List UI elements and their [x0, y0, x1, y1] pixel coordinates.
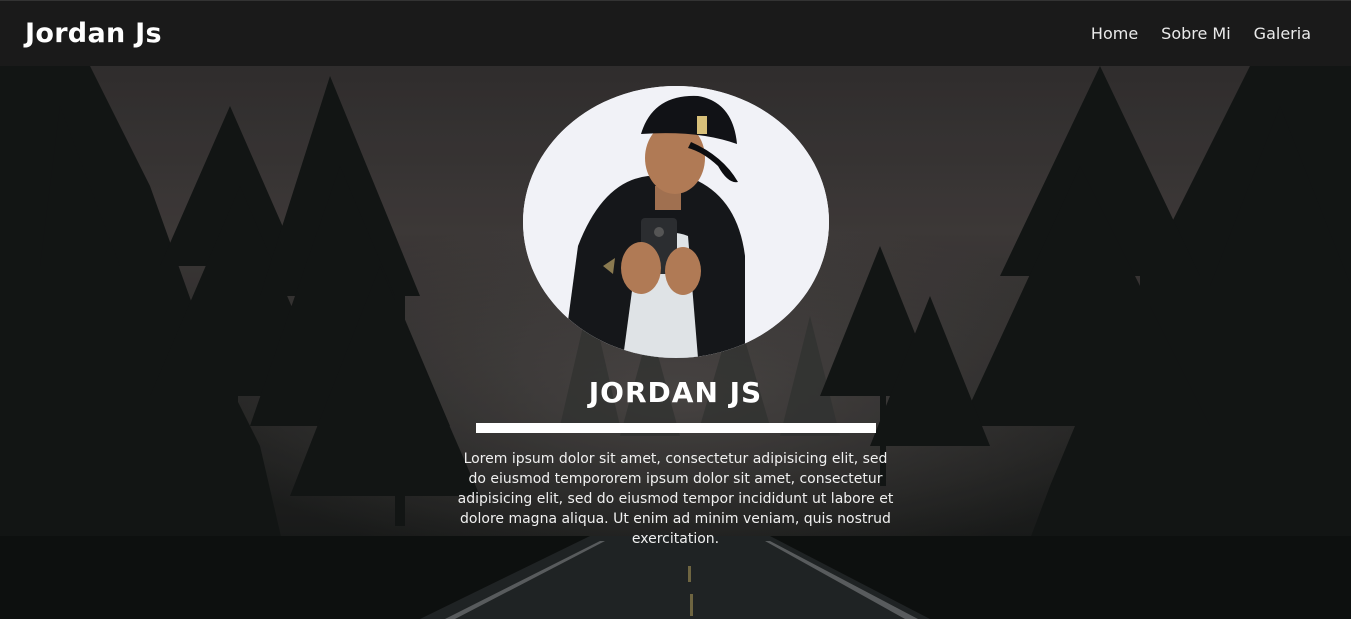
profile-section: JORDAN JS Lorem ipsum dolor sit amet, co…	[0, 86, 1351, 549]
avatar-photo-illustration	[522, 86, 829, 358]
profile-avatar	[522, 86, 829, 358]
nav-link-home[interactable]: Home	[1091, 24, 1138, 43]
brand-logo-link[interactable]: Jordan Js	[25, 18, 162, 49]
top-navbar: Jordan Js Home Sobre Mi Galeria	[0, 0, 1351, 66]
name-divider	[475, 423, 876, 433]
nav-link-galeria[interactable]: Galeria	[1254, 24, 1311, 43]
nav-link-sobre-mi[interactable]: Sobre Mi	[1161, 24, 1231, 43]
profile-bio-text: Lorem ipsum dolor sit amet, consectetur …	[457, 451, 894, 547]
nav-links: Home Sobre Mi Galeria	[1091, 24, 1311, 43]
profile-name-heading: JORDAN JS	[588, 376, 763, 409]
page: Jordan Js Home Sobre Mi Galeria JORDAN J…	[0, 0, 1351, 619]
